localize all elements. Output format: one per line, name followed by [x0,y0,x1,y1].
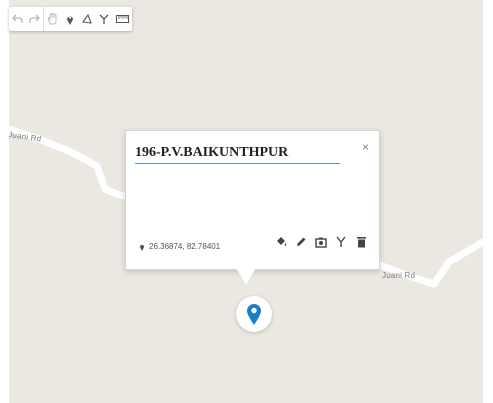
edit-button[interactable] [294,235,308,249]
add-marker-icon [66,16,73,25]
popup-title[interactable]: 196-P.V.BAIKUNTHPUR [135,145,340,164]
marker-info-popup: 196-P.V.BAIKUNTHPUR × 26.36874, 82.78401 [125,130,380,270]
undo-button[interactable] [9,7,26,31]
route-icon [336,236,346,247]
undo-icon [12,14,23,23]
draw-polygon-icon [81,13,92,24]
redo-icon [29,14,40,23]
redo-button[interactable] [26,7,44,31]
directions-button[interactable] [334,235,348,249]
pan-button[interactable] [44,7,61,31]
popup-actions [274,235,368,249]
style-button[interactable] [274,235,288,249]
add-marker-button[interactable] [61,7,78,31]
road-label-east: Juani Rd [382,271,416,280]
location-pin-icon [139,244,145,251]
close-button[interactable]: × [362,140,369,154]
coordinates-row: 26.36874, 82.78401 [139,242,220,251]
photo-button[interactable] [314,235,328,249]
coordinates-text: 26.36874, 82.78401 [149,242,221,251]
measure-ruler-icon [115,15,129,23]
popup-pointer [236,268,256,286]
map-marker[interactable] [236,296,272,332]
pan-hand-icon [47,13,57,25]
camera-icon [315,237,327,248]
paint-bucket-icon [277,237,287,246]
measure-button[interactable] [112,7,132,31]
draw-route-button[interactable] [95,7,112,31]
delete-button[interactable] [354,235,368,249]
trash-icon [356,237,366,248]
map-pin-icon [247,304,261,325]
draw-route-icon [99,14,108,24]
edit-pencil-icon [297,237,306,246]
draw-polygon-button[interactable] [78,7,95,31]
map-toolbar [9,7,132,31]
